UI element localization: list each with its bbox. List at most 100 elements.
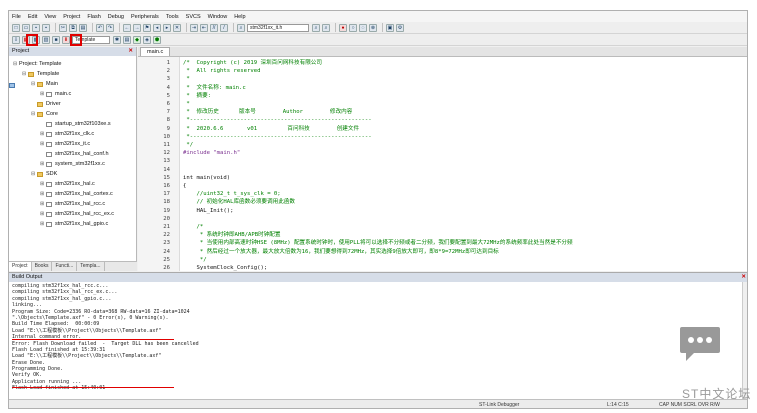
save-all-icon[interactable]: ▪ [42, 23, 50, 32]
uncomment-icon[interactable]: / [220, 23, 228, 32]
pack-installer-icon[interactable]: ⬢ [153, 35, 161, 44]
copy-icon[interactable]: ⧉ [69, 23, 77, 32]
tree-item[interactable]: ⊞ stm32f1xx_hal_cortex.c [9, 189, 136, 199]
download-icon[interactable]: ⬇ [62, 35, 70, 44]
tree-item[interactable]: ⊞ system_stm32f1xx.c [9, 159, 136, 169]
tree-item[interactable]: ⊞ stm32f1xx_hal.c [9, 179, 136, 189]
indent-icon[interactable]: ⇥ [190, 23, 198, 32]
tree-item-label: system_stm32f1xx.c [55, 161, 105, 167]
menu-item-svcs[interactable]: SVCS [186, 14, 201, 20]
breakpoint-kill-icon[interactable]: ⊗ [369, 23, 377, 32]
select-packs-icon[interactable]: ◈ [143, 35, 151, 44]
menu-item-file[interactable]: File [12, 14, 21, 20]
nav-back-icon[interactable]: ← [123, 23, 131, 32]
batch-build-icon[interactable]: ▥ [42, 35, 50, 44]
find-in-files-icon[interactable]: ⌕ [312, 23, 320, 32]
find-combo[interactable]: stm32f1xx_it.h [247, 23, 309, 32]
menu-item-peripherals[interactable]: Peripherals [131, 14, 159, 20]
cut-icon[interactable]: ✂ [59, 23, 67, 32]
panel-tab[interactable]: Books [32, 262, 53, 271]
menu-item-window[interactable]: Window [208, 14, 228, 20]
panel-tab[interactable]: Project [9, 262, 32, 271]
expand-toggle-icon[interactable]: ⊞ [40, 139, 45, 149]
tree-item[interactable]: ⊞ stm32f1xx_clk.c [9, 129, 136, 139]
expand-toggle-icon[interactable]: ⊟ [31, 109, 36, 119]
tree-item[interactable]: startup_stm32f103xe.s [9, 119, 136, 129]
expand-toggle-icon[interactable]: ⊟ [13, 59, 18, 69]
menu-item-help[interactable]: Help [234, 14, 245, 20]
code-line: /* Copyright (c) 2019 深圳百问网科技有限公司 [183, 60, 322, 66]
tree-item[interactable]: ⊟ Project: Template [9, 59, 136, 88]
breakpoint-icon[interactable]: ○ [349, 23, 357, 32]
comment-icon[interactable]: // [210, 23, 218, 32]
close-icon[interactable]: ✕ [741, 273, 746, 282]
new-file-icon[interactable]: □ [12, 23, 20, 32]
nav-forward-icon[interactable]: → [133, 23, 141, 32]
tree-item[interactable]: ⊟ Template [9, 69, 136, 79]
redo-icon[interactable]: ↷ [106, 23, 114, 32]
expand-toggle-icon[interactable]: ⊟ [22, 69, 27, 79]
code-line: */ [183, 256, 207, 263]
expand-toggle-icon[interactable]: ⊞ [40, 199, 45, 209]
tree-item[interactable]: ⊟ SDK [9, 169, 136, 179]
build-output-scrollbar[interactable] [742, 282, 747, 400]
find-file-icon[interactable]: ⌕ [237, 23, 245, 32]
expand-toggle-icon[interactable]: ⊞ [40, 179, 45, 189]
build-output-text[interactable]: compiling stm32f1xx_hal_rcc.c... compilin… [12, 283, 732, 399]
expand-toggle-icon[interactable]: ⊞ [40, 189, 45, 199]
tree-item[interactable]: ⊞ stm32f1xx_hal_rcc.c [9, 199, 136, 209]
save-icon[interactable]: ▪ [32, 23, 40, 32]
window-icon[interactable]: ▣ [386, 23, 394, 32]
expand-toggle-icon[interactable]: ⊞ [40, 159, 45, 169]
tree-item[interactable]: ⊞ stm32f1xx_hal_gpio.c [9, 219, 136, 229]
code-editor: main.c 1 2 3 4 5 6 7 8 9 10 11 12 13 14 15 16 17 18 19 20 21… [138, 47, 747, 271]
tree-item[interactable]: ⊟ Core [9, 109, 136, 119]
bookmark-prev-icon[interactable]: ◂ [153, 23, 161, 32]
expand-toggle-icon[interactable]: ⊞ [40, 89, 45, 99]
expand-toggle-icon[interactable]: ⊟ [31, 169, 36, 179]
menu-item-debug[interactable]: Debug [108, 14, 124, 20]
tree-item[interactable]: Driver [9, 99, 136, 109]
code-line: HAL_Init(); [183, 207, 234, 214]
expand-toggle-icon[interactable]: ⊞ [40, 129, 45, 139]
manage-components-icon[interactable]: ◆ [133, 35, 141, 44]
expand-toggle-icon[interactable]: ⊟ [31, 79, 36, 89]
tree-item-label: stm32f1xx_hal_gpio.c [55, 221, 109, 227]
file-extensions-icon[interactable]: ▤ [123, 35, 131, 44]
bookmark-next-icon[interactable]: ▸ [163, 23, 171, 32]
configure-icon[interactable]: ⚙ [396, 23, 404, 32]
code-area[interactable]: /* Copyright (c) 2019 深圳百问网科技有限公司 * All … [181, 57, 747, 271]
panel-tab[interactable]: Templa... [77, 262, 105, 271]
code-line: // 初始化HAL库函数必须要调用此函数 [183, 199, 295, 206]
undo-icon[interactable]: ↶ [96, 23, 104, 32]
panel-tab[interactable]: Functi... [52, 262, 78, 271]
close-icon[interactable]: ✕ [128, 47, 133, 56]
expand-toggle-icon[interactable]: ⊞ [40, 219, 45, 229]
menu-item-tools[interactable]: Tools [166, 14, 179, 20]
line-number: 3 [166, 76, 170, 83]
target-options-icon[interactable]: ✱ [113, 35, 121, 44]
tree-item[interactable]: ⊞ main.c [9, 89, 136, 99]
tree-item[interactable]: stm32f1xx_hal_conf.h [9, 149, 136, 159]
paste-icon[interactable]: ▤ [79, 23, 87, 32]
bookmark-clear-icon[interactable]: ✕ [173, 23, 181, 32]
menu-item-view[interactable]: View [44, 14, 56, 20]
code-line: //uint32_t t_sys_clk = 0; [183, 191, 281, 198]
line-number: 11 [163, 142, 170, 148]
tree-item[interactable]: ⊞ stm32f1xx_it.c [9, 139, 136, 149]
tab-main-c[interactable]: main.c [140, 47, 171, 56]
menu-item-flash[interactable]: Flash [87, 14, 100, 20]
incremental-find-icon[interactable]: ⌕ [322, 23, 330, 32]
expand-toggle-icon[interactable]: ⊞ [40, 209, 45, 219]
unindent-icon[interactable]: ⇤ [200, 23, 208, 32]
debug-start-icon[interactable]: ● [339, 23, 347, 32]
translate-icon[interactable]: ⇩ [12, 35, 20, 44]
tree-item[interactable]: ⊞ stm32f1xx_hal_rcc_ex.c [9, 209, 136, 219]
bookmark-icon[interactable]: ⚑ [143, 23, 151, 32]
menu-item-edit[interactable]: Edit [28, 14, 37, 20]
open-folder-icon[interactable]: ▭ [22, 23, 30, 32]
stop-build-icon[interactable]: ■ [52, 35, 60, 44]
breakpoint-disable-icon[interactable]: ◌ [359, 23, 367, 32]
menu-item-project[interactable]: Project [63, 14, 80, 20]
tree-item[interactable]: ⊟ Main [9, 79, 136, 89]
